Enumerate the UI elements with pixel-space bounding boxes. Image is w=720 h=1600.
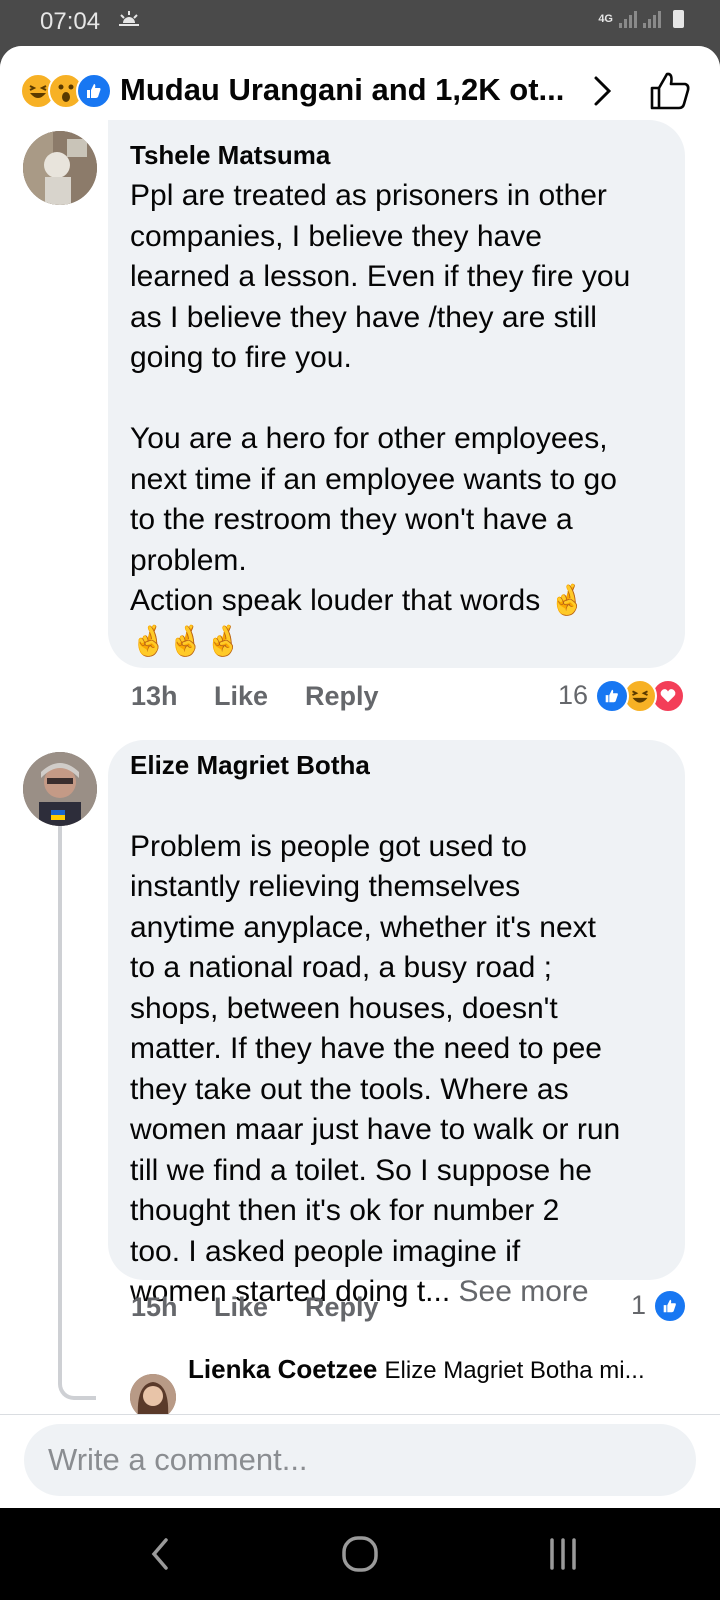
reaction-count[interactable]: 16 (558, 680, 588, 711)
comment-author[interactable]: Tshele Matsuma (130, 140, 330, 171)
like-icon (76, 73, 112, 109)
back-chevron-icon[interactable] (100, 1508, 220, 1600)
like-reaction-icon (653, 1289, 687, 1323)
reaction-count[interactable]: 1 (631, 1290, 646, 1321)
see-more-link[interactable]: See more (459, 1275, 589, 1308)
like-button[interactable]: Like (214, 1292, 268, 1323)
avatar[interactable] (23, 131, 97, 205)
comment-author[interactable]: Elize Magriet Botha (130, 750, 370, 781)
comment-text-content: Problem is people got used to instantly … (130, 829, 621, 1309)
battery-icon (673, 10, 684, 28)
thread-connector (58, 816, 96, 1400)
sunrise-icon (116, 8, 142, 36)
network-type: 4G (598, 13, 613, 25)
avatar[interactable] (23, 752, 97, 826)
like-reaction-icon (595, 679, 629, 713)
reaction-summary[interactable] (20, 73, 116, 109)
comment-time: 13h (131, 681, 178, 711)
comments-sheet: Mudau Urangani and 1,2K ot... Tshele Mat… (0, 46, 720, 1508)
home-circle-icon[interactable] (300, 1508, 420, 1600)
chevron-right-icon[interactable] (588, 74, 616, 113)
reply-author[interactable]: Lienka Coetzee (188, 1354, 377, 1384)
comment-input[interactable] (24, 1424, 696, 1496)
reactions-title[interactable]: Mudau Urangani and 1,2K ot... (120, 72, 564, 108)
reply-text: Elize Magriet Botha mi... (384, 1357, 645, 1384)
recents-bars-icon[interactable] (503, 1508, 623, 1600)
system-nav-bar (0, 1508, 720, 1600)
reply-button[interactable]: Reply (305, 681, 379, 712)
like-button[interactable]: Like (214, 681, 268, 712)
comment-time: 15h (131, 1292, 178, 1322)
comment-text: Ppl are treated as prisoners in other co… (130, 179, 631, 658)
status-time: 07:04 (40, 8, 101, 35)
reply-preview[interactable]: Lienka Coetzee Elize Magriet Botha mi... (188, 1354, 645, 1385)
thumbs-up-outline-icon[interactable] (648, 70, 692, 117)
status-indicators: 4G (598, 10, 684, 28)
signal-icon-2 (643, 10, 661, 28)
status-bar: 07:04 4G (0, 0, 720, 46)
reply-button[interactable]: Reply (305, 1292, 379, 1323)
signal-icon (619, 10, 637, 28)
comment-text: Problem is people got used to instantly … (130, 786, 675, 1313)
